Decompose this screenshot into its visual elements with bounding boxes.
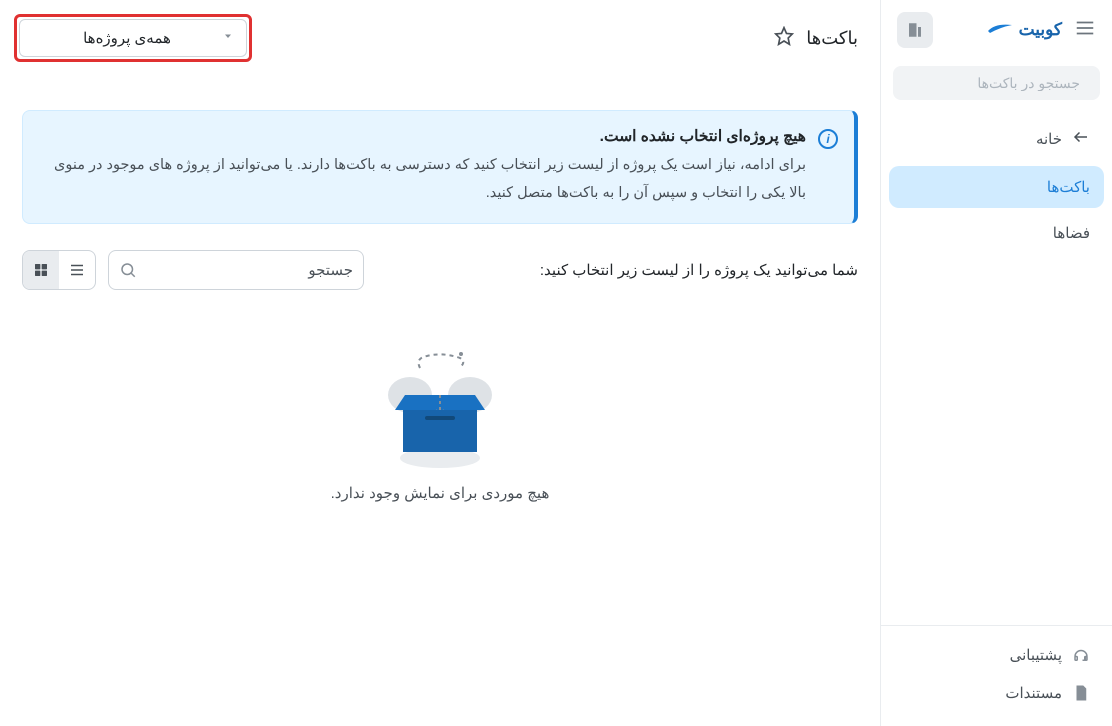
project-search[interactable] (108, 250, 364, 290)
nav-label: باکت‌ها (1047, 178, 1090, 196)
chevron-down-icon (222, 29, 234, 47)
content: i هیچ پروژه‌ای انتخاب نشده است. برای ادا… (0, 76, 880, 502)
sidebar-search[interactable] (893, 66, 1100, 100)
footer-label: مستندات (1005, 684, 1062, 702)
headset-icon (1072, 646, 1090, 664)
brand-logo[interactable]: کوبیت (945, 20, 1062, 40)
sidebar: کوبیت خانه باکت‌ها (880, 0, 1112, 726)
list-icon (68, 261, 86, 279)
footer-item-support[interactable]: پشتیبانی (889, 636, 1104, 674)
list-toolbar: شما می‌توانید یک پروژه را از لیست زیر ان… (22, 250, 858, 290)
footer-label: پشتیبانی (1010, 646, 1062, 664)
alert-text: برای ادامه، نیاز است یک پروژه از لیست زی… (41, 152, 806, 207)
nav-label: فضاها (1053, 224, 1090, 242)
nav-label: خانه (1036, 130, 1062, 148)
document-icon (1072, 684, 1090, 702)
arrow-left-icon (1072, 128, 1090, 150)
info-alert: i هیچ پروژه‌ای انتخاب نشده است. برای ادا… (22, 110, 858, 224)
sidebar-search-input[interactable] (899, 75, 1080, 91)
project-select-label: همه‌ی پروژه‌ها (32, 29, 222, 47)
toolbar-prompt: شما می‌توانید یک پروژه را از لیست زیر ان… (540, 261, 858, 279)
page-title: باکت‌ها (806, 28, 858, 49)
nav-item-spaces[interactable]: فضاها (889, 212, 1104, 254)
empty-illustration (365, 340, 515, 470)
topbar: باکت‌ها همه‌ی پروژه‌ها (0, 0, 880, 76)
project-select-highlight: همه‌ی پروژه‌ها (14, 14, 252, 62)
nav-item-home[interactable]: خانه (889, 116, 1104, 162)
brand-swoosh-icon (987, 21, 1013, 40)
main: باکت‌ها همه‌ی پروژه‌ها i هیچ پروژه‌ای ان… (0, 0, 880, 726)
view-grid-button[interactable] (23, 251, 59, 289)
view-list-button[interactable] (59, 251, 95, 289)
sidebar-nav: خانه باکت‌ها فضاها (881, 110, 1112, 625)
org-button[interactable] (897, 12, 933, 48)
nav-item-buckets[interactable]: باکت‌ها (889, 166, 1104, 208)
grid-icon (33, 262, 49, 278)
search-icon (119, 261, 137, 279)
info-icon: i (818, 129, 838, 149)
star-icon[interactable] (774, 26, 794, 51)
sidebar-header: کوبیت (881, 0, 1112, 60)
menu-icon[interactable] (1074, 17, 1096, 44)
empty-state: هیچ موردی برای نمایش وجود ندارد. (22, 340, 858, 502)
empty-text: هیچ موردی برای نمایش وجود ندارد. (331, 484, 550, 502)
topbar-title-wrap: باکت‌ها (774, 26, 858, 51)
sidebar-footer: پشتیبانی مستندات (881, 625, 1112, 726)
brand-name: کوبیت (1019, 20, 1062, 40)
alert-title: هیچ پروژه‌ای انتخاب نشده است. (41, 127, 806, 146)
footer-item-docs[interactable]: مستندات (889, 674, 1104, 712)
project-search-input[interactable] (145, 262, 353, 279)
view-toggle (22, 250, 96, 290)
project-select[interactable]: همه‌ی پروژه‌ها (19, 19, 247, 57)
